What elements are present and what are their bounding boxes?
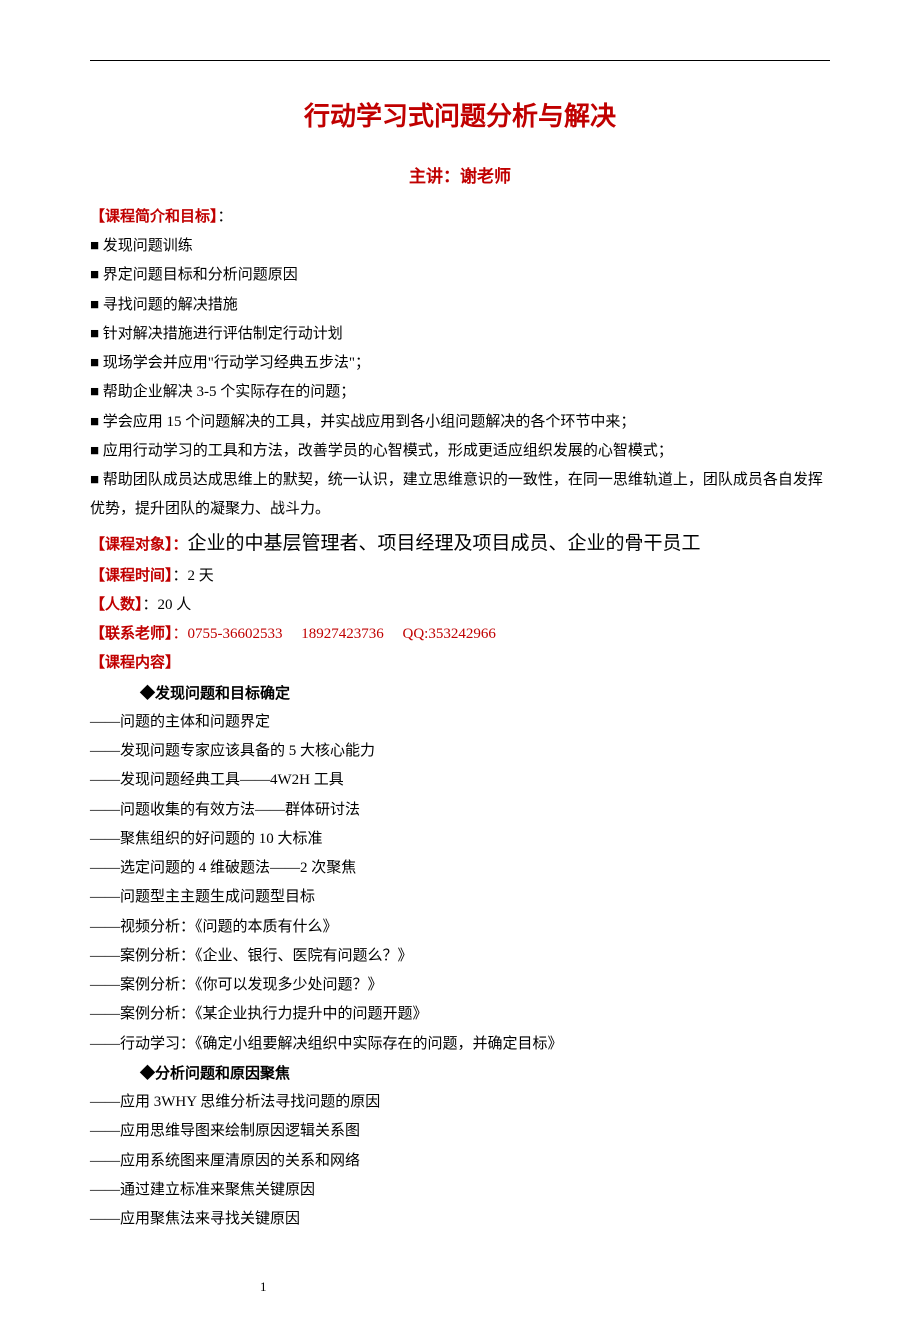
content-item: ——视频分析：《问题的本质有什么》	[90, 913, 830, 942]
audience-label: 【课程对象】：	[90, 537, 188, 553]
intro-header: 【课程简介和目标】：	[90, 203, 830, 232]
lecturer-prefix: 主讲：	[409, 167, 460, 186]
people-line: 【人数】：20 人	[90, 591, 830, 620]
content-item: ——应用思维导图来绘制原因逻辑关系图	[90, 1117, 830, 1146]
lecturer-line: 主讲：谢老师	[90, 160, 830, 193]
bullet-item: ■ 界定问题目标和分析问题原因	[90, 261, 830, 290]
contact-label: 【联系老师】	[90, 626, 173, 642]
time-line: 【课程时间】：2 天	[90, 562, 830, 591]
intro-colon: ：	[218, 209, 233, 225]
bullet-item: ■ 帮助企业解决 3-5 个实际存在的问题；	[90, 378, 830, 407]
contact-line: 【联系老师】：0755-36602533 18927423736 QQ:3532…	[90, 620, 830, 649]
bullet-item: ■ 针对解决措施进行评估制定行动计划	[90, 320, 830, 349]
top-divider	[90, 60, 830, 61]
bullet-item: ■ 应用行动学习的工具和方法，改善学员的心智模式，形成更适应组织发展的心智模式；	[90, 437, 830, 466]
content-header: 【课程内容】	[90, 649, 830, 678]
content-item: ——应用 3WHY 思维分析法寻找问题的原因	[90, 1088, 830, 1117]
bullet-item: ■ 帮助团队成员达成思维上的默契，统一认识，建立思维意识的一致性，在同一思维轨道…	[90, 466, 830, 525]
audience-value: 企业的中基层管理者、项目经理及项目成员、企业的骨干员工	[188, 533, 701, 554]
time-label: 【课程时间】	[90, 568, 173, 584]
subheading-1: ◆发现问题和目标确定	[90, 679, 830, 708]
lecturer-name: 谢老师	[460, 167, 511, 186]
intro-label: 【课程简介和目标】	[90, 209, 218, 225]
content-item: ——问题型主主题生成问题型目标	[90, 883, 830, 912]
bullet-item: ■ 现场学会并应用"行动学习经典五步法"；	[90, 349, 830, 378]
people-label: 【人数】	[90, 597, 143, 613]
content-item: ——问题的主体和问题界定	[90, 708, 830, 737]
content-label: 【课程内容】	[90, 655, 180, 671]
contact-value: ：0755-36602533 18927423736 QQ:353242966	[173, 626, 496, 642]
content-item: ——聚焦组织的好问题的 10 大标准	[90, 825, 830, 854]
page-number: 1	[90, 1274, 830, 1299]
content-item: ——选定问题的 4 维破题法——2 次聚焦	[90, 854, 830, 883]
bullet-item: ■ 学会应用 15 个问题解决的工具，并实战应用到各小组问题解决的各个环节中来；	[90, 408, 830, 437]
document-title: 行动学习式问题分析与解决	[90, 91, 830, 142]
people-value: ：20 人	[143, 597, 192, 613]
subheading-2: ◆分析问题和原因聚焦	[90, 1059, 830, 1088]
content-item: ——行动学习：《确定小组要解决组织中实际存在的问题，并确定目标》	[90, 1030, 830, 1059]
content-item: ——应用系统图来厘清原因的关系和网络	[90, 1147, 830, 1176]
content-item: ——案例分析：《企业、银行、医院有问题么？》	[90, 942, 830, 971]
audience-line: 【课程对象】：企业的中基层管理者、项目经理及项目成员、企业的骨干员工	[90, 525, 830, 562]
content-item: ——案例分析：《你可以发现多少处问题？》	[90, 971, 830, 1000]
content-item: ——发现问题经典工具——4W2H 工具	[90, 766, 830, 795]
content-item: ——问题收集的有效方法——群体研讨法	[90, 796, 830, 825]
bullet-item: ■ 寻找问题的解决措施	[90, 291, 830, 320]
content-item: ——应用聚焦法来寻找关键原因	[90, 1205, 830, 1234]
time-value: ：2 天	[173, 568, 214, 584]
content-item: ——通过建立标准来聚焦关键原因	[90, 1176, 830, 1205]
content-item: ——案例分析：《某企业执行力提升中的问题开题》	[90, 1000, 830, 1029]
content-item: ——发现问题专家应该具备的 5 大核心能力	[90, 737, 830, 766]
bullet-item: ■ 发现问题训练	[90, 232, 830, 261]
